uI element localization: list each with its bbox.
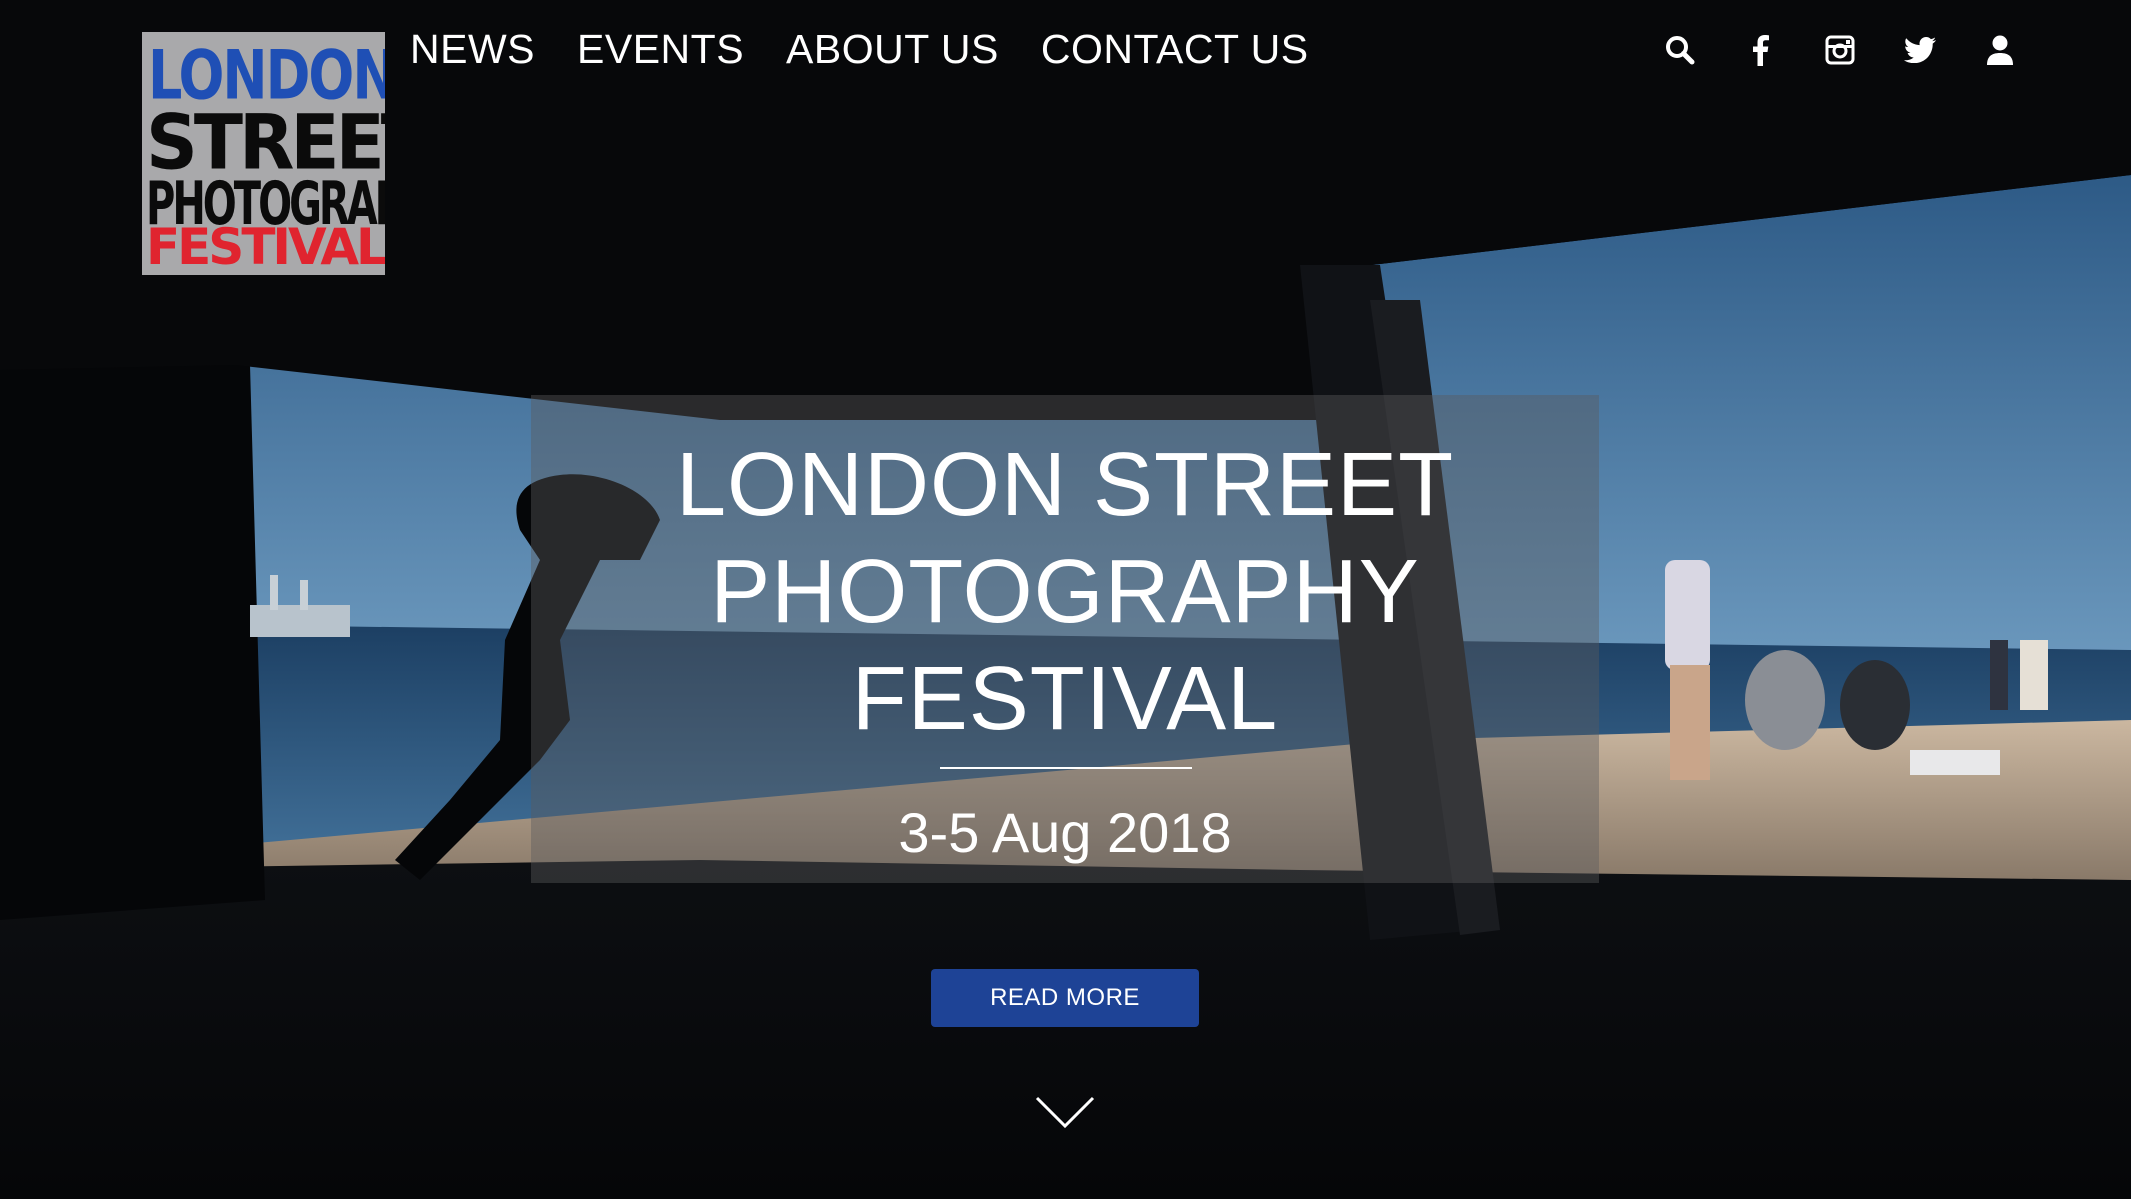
- twitter-icon[interactable]: [1880, 30, 1960, 70]
- hero-title-line-2: PHOTOGRAPHY: [710, 542, 1420, 642]
- read-more-button[interactable]: READ MORE: [931, 969, 1199, 1027]
- user-icon[interactable]: [1960, 30, 2040, 70]
- festival-dates: 3-5 Aug 2018: [898, 801, 1232, 864]
- festival-logo[interactable]: LONDON STREET PHOTOGRAPHY FESTIVAL: [142, 32, 385, 275]
- nav-events[interactable]: EVENTS: [577, 26, 744, 73]
- hero-title-line-3: FESTIVAL: [851, 649, 1279, 749]
- hero-title: LONDON STREET PHOTOGRAPHY FESTIVAL: [531, 432, 1599, 753]
- nav-news[interactable]: NEWS: [410, 26, 535, 73]
- facebook-icon[interactable]: [1720, 30, 1800, 70]
- instagram-icon[interactable]: [1800, 30, 1880, 70]
- hero-title-line-1: LONDON STREET: [675, 435, 1455, 535]
- nav-contact-us[interactable]: CONTACT US: [1041, 26, 1309, 73]
- header-icons: [1640, 30, 2040, 70]
- title-divider: [940, 767, 1192, 769]
- search-icon[interactable]: [1640, 30, 1720, 70]
- scroll-down-chevron-icon[interactable]: [1035, 1094, 1095, 1130]
- nav-about-us[interactable]: ABOUT US: [786, 26, 999, 73]
- main-nav: NEWS EVENTS ABOUT US CONTACT US: [410, 26, 1309, 73]
- logo-line-4: FESTIVAL: [146, 218, 385, 275]
